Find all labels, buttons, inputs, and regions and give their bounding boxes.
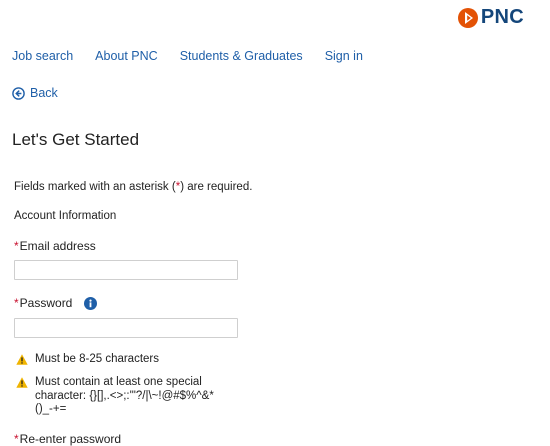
back-label: Back: [30, 86, 58, 100]
email-label-text: Email address: [19, 239, 96, 253]
password-label-text: Password: [19, 296, 73, 310]
nav-students-graduates[interactable]: Students & Graduates: [180, 49, 303, 63]
nav-job-search[interactable]: Job search: [12, 49, 73, 63]
required-fields-note: Fields marked with an asterisk (*) are r…: [14, 181, 252, 193]
password-rule-length: Must be 8-25 characters: [16, 353, 159, 367]
required-note-suffix: ) are required.: [180, 181, 253, 193]
pnc-logo-mark-icon: [457, 7, 478, 28]
info-icon[interactable]: [84, 296, 98, 310]
password-field[interactable]: [14, 318, 238, 338]
password-required-asterisk: *: [14, 296, 19, 310]
reenter-password-label: * Re-enter password: [14, 432, 121, 446]
password-rule-special-line-2: character: {}[],.<>;:'"?/|\~!@#$%^&*: [35, 389, 214, 402]
nav-about-pnc[interactable]: About PNC: [95, 49, 158, 63]
password-rule-length-line: Must be 8-25 characters: [35, 353, 160, 365]
password-rule-special-line-1: Must contain at least one special: [35, 376, 202, 388]
top-nav: Job search About PNC Students & Graduate…: [12, 49, 385, 63]
password-rule-special-text: Must contain at least one special charac…: [35, 376, 214, 417]
email-field[interactable]: [14, 260, 238, 280]
page-title: Let's Get Started: [12, 130, 140, 149]
pnc-logo[interactable]: PNC: [457, 6, 524, 29]
section-label-account-information: Account Information: [14, 210, 117, 222]
warning-icon: [16, 377, 28, 388]
back-link[interactable]: Back: [12, 86, 58, 100]
reenter-required-asterisk: *: [14, 432, 19, 446]
email-label: * Email address: [14, 239, 96, 253]
arrow-left-circle-icon: [12, 86, 25, 100]
password-rule-length-text: Must be 8-25 characters: [35, 353, 159, 367]
logo-text: PNC: [480, 6, 524, 28]
email-required-asterisk: *: [14, 239, 19, 253]
required-note-prefix: Fields marked with an asterisk (: [14, 181, 176, 193]
reenter-label-text: Re-enter password: [19, 432, 122, 446]
password-label: * Password: [14, 296, 98, 310]
nav-sign-in[interactable]: Sign in: [325, 49, 363, 63]
warning-icon: [16, 354, 28, 365]
password-rule-special: Must contain at least one special charac…: [16, 376, 214, 417]
password-rule-special-line-3: ()_-+=: [35, 403, 67, 415]
